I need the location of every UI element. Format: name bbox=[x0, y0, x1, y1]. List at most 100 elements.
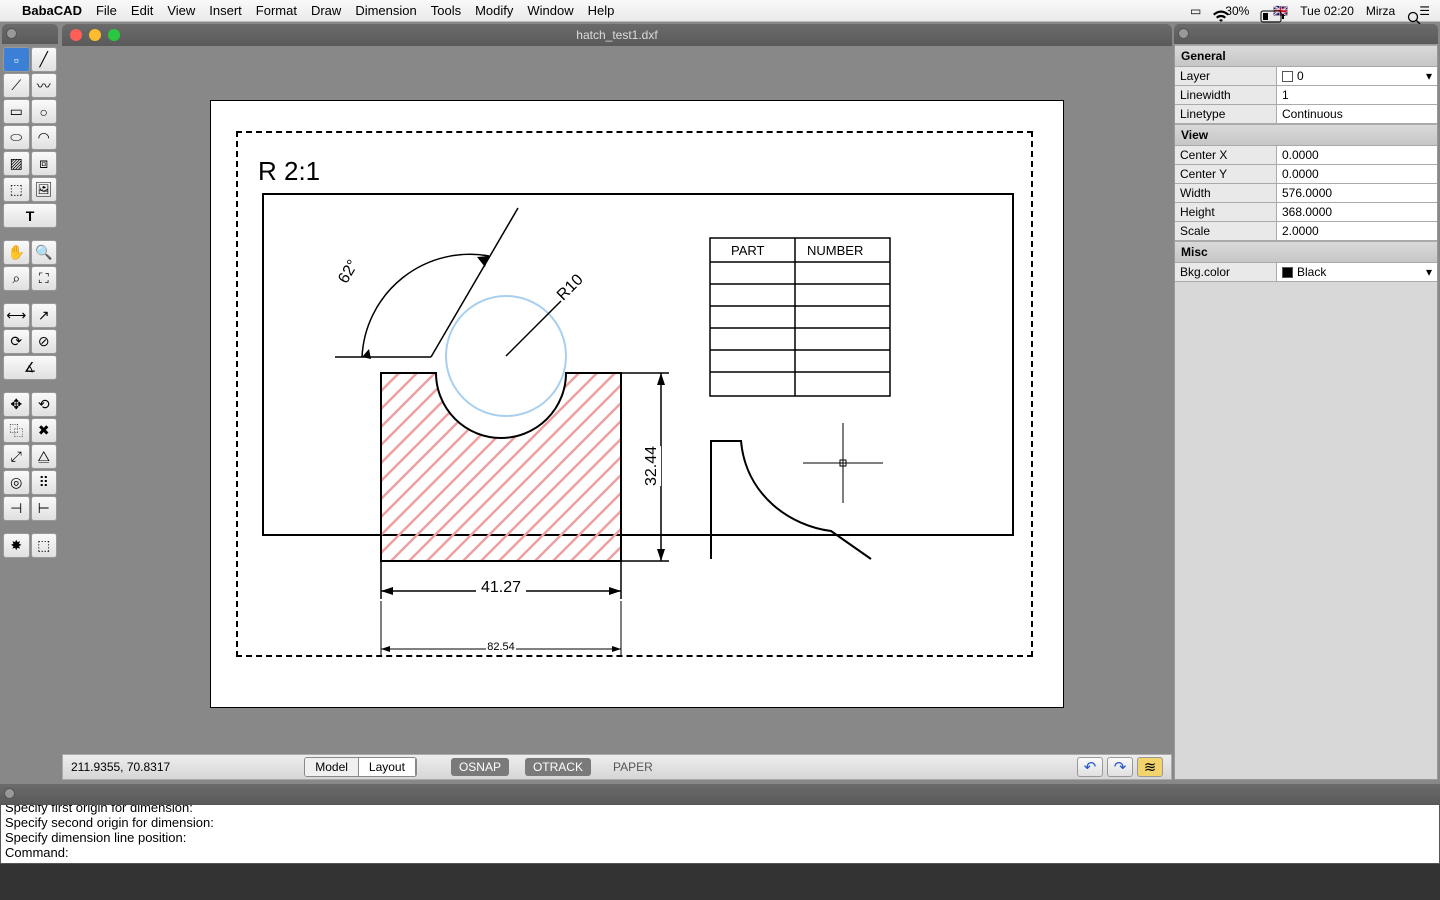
app-name[interactable]: BabaCAD bbox=[22, 3, 82, 18]
mac-menubar: BabaCAD File Edit View Insert Format Dra… bbox=[0, 0, 1440, 22]
tool-dim-aligned[interactable]: ↗ bbox=[31, 303, 58, 328]
toggle-otrack[interactable]: OTRACK bbox=[525, 758, 591, 776]
table-header-part: PART bbox=[731, 243, 764, 258]
menu-draw[interactable]: Draw bbox=[311, 3, 341, 18]
tool-regen[interactable]: ⬚ bbox=[31, 533, 58, 558]
tool-dim-linear[interactable]: ⟷ bbox=[3, 303, 30, 328]
clock[interactable]: Tue 02:20 bbox=[1300, 4, 1354, 18]
tool-erase[interactable]: ✖ bbox=[31, 418, 58, 443]
cmd-history-2: Specify dimension line position: bbox=[5, 830, 1435, 845]
tab-model[interactable]: Model bbox=[305, 758, 359, 776]
tool-trim[interactable]: ⊣ bbox=[3, 496, 30, 521]
document-titlebar[interactable]: hatch_test1.dxf bbox=[62, 24, 1172, 46]
prop-centery-value[interactable]: 0.0000 bbox=[1277, 165, 1437, 183]
tool-palette-titlebar[interactable] bbox=[2, 24, 58, 44]
toggle-osnap[interactable]: OSNAP bbox=[451, 758, 509, 776]
cmd-prompt: Command: bbox=[5, 845, 1435, 860]
properties-panel: General Layer 0▾ Linewidth 1 Linetype Co… bbox=[1174, 44, 1438, 780]
redo-button[interactable]: ↷ bbox=[1107, 757, 1133, 777]
tool-polyline[interactable]: ⟋ bbox=[3, 73, 30, 98]
menu-file[interactable]: File bbox=[96, 3, 117, 18]
tool-rotate[interactable]: ⟲ bbox=[31, 392, 58, 417]
menu-window[interactable]: Window bbox=[527, 3, 573, 18]
menu-modify[interactable]: Modify bbox=[475, 3, 513, 18]
prop-width-value[interactable]: 576.0000 bbox=[1277, 184, 1437, 202]
tool-point[interactable]: ▫ bbox=[3, 47, 30, 72]
table-header-number: NUMBER bbox=[807, 243, 863, 258]
scale-text: R 2:1 bbox=[258, 156, 320, 187]
prop-linetype-value[interactable]: Continuous bbox=[1277, 105, 1437, 123]
prop-height-value[interactable]: 368.0000 bbox=[1277, 203, 1437, 221]
command-titlebar[interactable] bbox=[0, 784, 1440, 804]
space-label: PAPER bbox=[613, 760, 653, 774]
cmd-history-0: Specify first origin for dimension: bbox=[5, 804, 1435, 815]
space-tabs: Model Layout bbox=[304, 757, 417, 777]
properties-titlebar[interactable] bbox=[1174, 24, 1438, 44]
prop-scale-value[interactable]: 2.0000 bbox=[1277, 222, 1437, 240]
screen-mirror-icon[interactable]: ▭ bbox=[1190, 4, 1201, 18]
tool-offset[interactable]: ◎ bbox=[3, 470, 30, 495]
parts-table bbox=[710, 238, 892, 398]
paper-space: R 2:1 R10 bbox=[210, 100, 1064, 708]
menu-edit[interactable]: Edit bbox=[131, 3, 153, 18]
prop-linewidth-value[interactable]: 1 bbox=[1277, 86, 1437, 104]
window-footer bbox=[0, 864, 1440, 900]
dim-v-text: 32.44 bbox=[643, 446, 661, 486]
tool-palette: ▫ ╱ ⟋ 〰 ▭ ○ ⬭ ◠ ▨ ⧈ ⬚ 🖼 T ✋ 🔍 ⌕ ⛶ ⟷ ↗ ⟳ … bbox=[2, 46, 58, 780]
tool-hatch[interactable]: ▨ bbox=[3, 151, 30, 176]
status-bar: 211.9355, 70.8317 Model Layout OSNAP OTR… bbox=[62, 754, 1172, 780]
tool-copy[interactable]: ⿻ bbox=[3, 418, 30, 443]
menu-dimension[interactable]: Dimension bbox=[355, 3, 416, 18]
status-coordinates: 211.9355, 70.8317 bbox=[71, 760, 170, 774]
menu-format[interactable]: Format bbox=[256, 3, 297, 18]
prop-centery-label: Center Y bbox=[1175, 165, 1277, 183]
tab-layout[interactable]: Layout bbox=[359, 758, 416, 776]
menu-view[interactable]: View bbox=[167, 3, 195, 18]
tool-block[interactable]: ⧈ bbox=[31, 151, 58, 176]
section-misc: Misc bbox=[1175, 241, 1437, 263]
tool-rectangle[interactable]: ▭ bbox=[3, 99, 30, 124]
tool-spline[interactable]: 〰 bbox=[31, 73, 58, 98]
prop-height-label: Height bbox=[1175, 203, 1277, 221]
dim-angle bbox=[311, 201, 571, 401]
undo-button[interactable]: ↶ bbox=[1077, 757, 1103, 777]
tool-mirror[interactable]: ⧋ bbox=[31, 444, 58, 469]
menu-tools[interactable]: Tools bbox=[431, 3, 461, 18]
prop-centerx-label: Center X bbox=[1175, 146, 1277, 164]
tool-dim-angle[interactable]: ∡ bbox=[3, 355, 57, 380]
layers-button[interactable]: ≋ bbox=[1137, 757, 1163, 777]
menu-help[interactable]: Help bbox=[588, 3, 615, 18]
cmd-history-1: Specify second origin for dimension: bbox=[5, 815, 1435, 830]
tool-dim-diameter[interactable]: ⊘ bbox=[31, 329, 58, 354]
tool-zoom[interactable]: 🔍 bbox=[31, 240, 58, 265]
tool-pan[interactable]: ✋ bbox=[3, 240, 30, 265]
tool-circle[interactable]: ○ bbox=[31, 99, 58, 124]
tool-zoom-window[interactable]: ⌕ bbox=[3, 266, 30, 291]
menu-insert[interactable]: Insert bbox=[209, 3, 242, 18]
tool-text[interactable]: T bbox=[3, 203, 57, 228]
tool-insert[interactable]: ⬚ bbox=[3, 177, 30, 202]
tool-zoom-extents[interactable]: ⛶ bbox=[31, 266, 58, 291]
tool-ellipse[interactable]: ⬭ bbox=[3, 125, 30, 150]
prop-bgcolor-value[interactable]: Black▾ bbox=[1277, 263, 1437, 281]
tool-explode[interactable]: ✸ bbox=[3, 533, 30, 558]
tool-move[interactable]: ✥ bbox=[3, 392, 30, 417]
prop-centerx-value[interactable]: 0.0000 bbox=[1277, 146, 1437, 164]
prop-layer-label: Layer bbox=[1175, 67, 1277, 85]
user-name[interactable]: Mirza bbox=[1366, 4, 1395, 18]
tool-array[interactable]: ⠿ bbox=[31, 470, 58, 495]
tool-image[interactable]: 🖼 bbox=[31, 177, 58, 202]
tool-line[interactable]: ╱ bbox=[31, 47, 58, 72]
tool-extend[interactable]: ⊢ bbox=[31, 496, 58, 521]
command-line[interactable]: Specify first origin for dimension: Spec… bbox=[0, 804, 1440, 864]
section-view: View bbox=[1175, 124, 1437, 146]
drawing-canvas[interactable]: R 2:1 R10 bbox=[62, 46, 1172, 754]
prop-scale-label: Scale bbox=[1175, 222, 1277, 240]
prop-layer-value[interactable]: 0▾ bbox=[1277, 67, 1437, 85]
tool-dim-radius[interactable]: ⟳ bbox=[3, 329, 30, 354]
section-general: General bbox=[1175, 45, 1437, 67]
prop-bgcolor-label: Bkg.color bbox=[1175, 263, 1277, 281]
crosshair-cursor bbox=[803, 423, 883, 503]
tool-arc[interactable]: ◠ bbox=[31, 125, 58, 150]
tool-scale[interactable]: ⤢ bbox=[3, 444, 30, 469]
